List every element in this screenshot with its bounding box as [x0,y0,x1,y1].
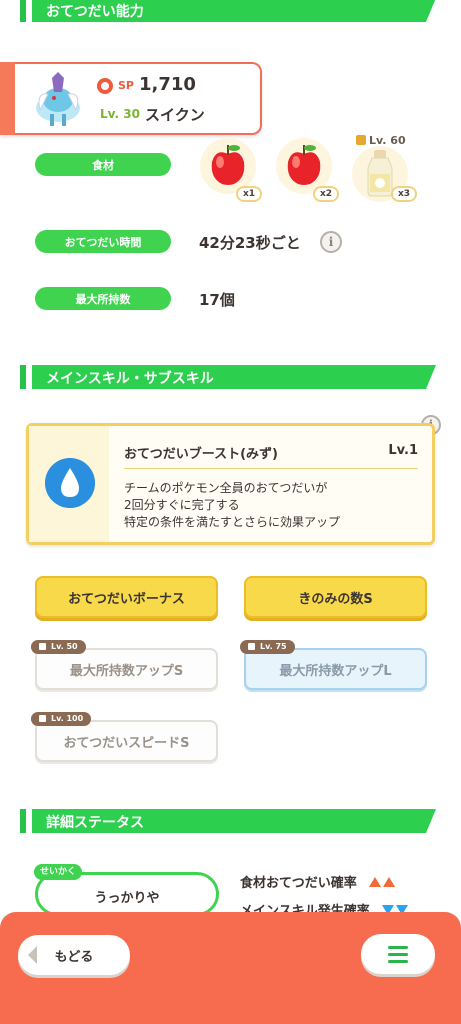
sub-skill-unlock-tag: Lv. 50 [31,640,86,654]
lock-icon [356,135,366,145]
sub-skill-3[interactable]: 最大所持数アップS [35,648,218,690]
max-carry-label: 最大所持数 [35,287,171,310]
section-header-detail: 詳細ステータス [0,809,436,833]
nature-value: うっかりや [94,891,160,906]
sub-skill-1[interactable]: おてつだいボーナス [35,576,218,618]
lock-icon [248,643,255,650]
lock-icon [39,643,46,650]
ingredient-count: x1 [236,186,262,202]
sub-skill-2[interactable]: きのみの数S [244,576,427,618]
section-title: おてつだい能力 [46,4,144,20]
sp-label: SP [118,79,134,92]
back-button[interactable]: もどる [18,935,130,975]
ingredients-label: 食材 [35,153,171,176]
max-carry-value: 17個 [199,291,235,309]
pokemon-sprite [36,72,80,126]
nature-tag: せいかく [34,864,83,880]
pokemon-name: スイクン [145,106,205,124]
section-title: メインスキル・サブスキル [46,371,214,387]
back-button-label: もどる [54,949,94,965]
up-arrow-icon [383,877,396,887]
section-header-ability: おてつだい能力 [0,0,436,24]
up-arrow-icon [369,877,382,887]
main-skill-name: おてつだいブースト(みず) [124,447,278,462]
help-time-value: 42分23秒ごと [199,234,301,252]
sp-icon [97,78,113,94]
water-drop-icon [45,458,95,508]
section-header-skills: メインスキル・サブスキル [0,365,436,389]
sub-skill-4[interactable]: 最大所持数アップL [244,648,427,690]
pokemon-card[interactable]: SP 1,710 Lv. 30 スイクン [0,62,262,135]
help-time-label: おてつだい時間 [35,230,171,253]
sub-skill-5[interactable]: おてつだいスピードS [35,720,218,762]
sp-value: 1,710 [139,74,196,95]
sub-skill-unlock-tag: Lv. 75 [240,640,295,654]
main-skill-card[interactable]: おてつだいブースト(みず) Lv.1 チームのポケモン全員のおてつだいが 2回分… [26,423,435,545]
stat-row-ingredient: 食材おてつだい確率 [240,872,396,891]
main-skill-level: Lv.1 [388,443,418,458]
lock-icon [39,715,46,722]
section-title: 詳細ステータス [46,815,144,831]
bottom-navigation-bar: もどる [0,912,461,1024]
pokemon-level: Lv. 30 [100,107,140,121]
hamburger-icon [388,946,408,949]
ingredient-count: x3 [391,186,417,202]
main-skill-description: チームのポケモン全員のおてつだいが 2回分すぐに完了する 特定の条件を満たすとさ… [124,481,341,529]
ingredient-count: x2 [313,186,339,202]
info-icon[interactable]: i [320,231,342,253]
sub-skill-unlock-tag: Lv. 100 [31,712,92,726]
menu-button[interactable] [361,934,435,974]
